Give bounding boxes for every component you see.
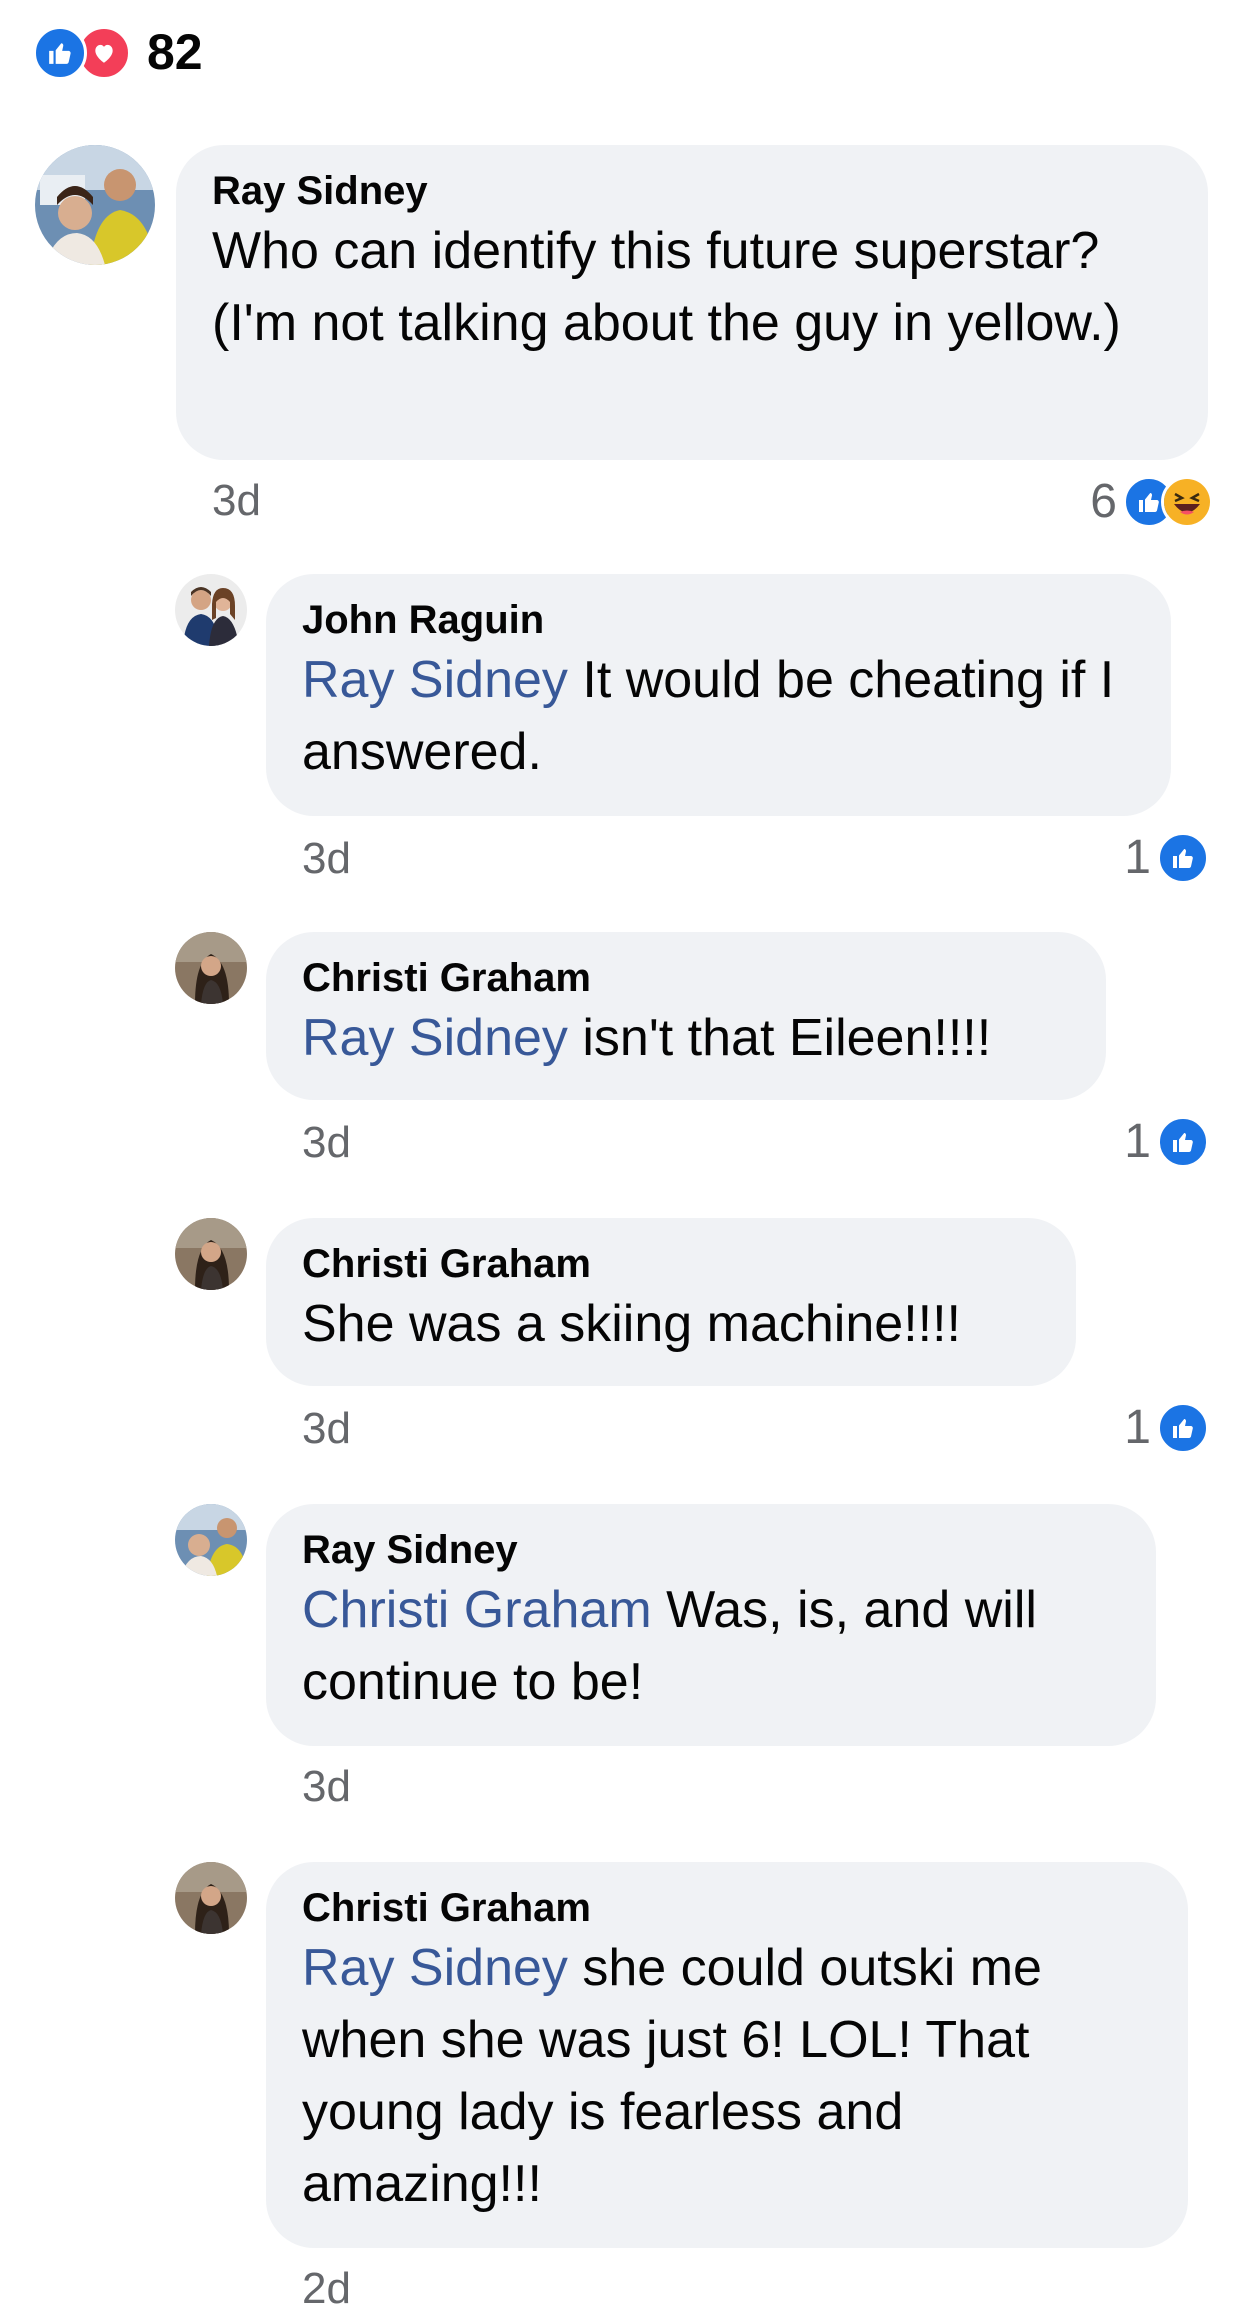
- like-icon: [33, 26, 87, 80]
- avatar[interactable]: [175, 932, 247, 1004]
- comment-text: Ray Sidney It would be cheating if I ans…: [302, 644, 1135, 788]
- avatar[interactable]: [175, 1862, 247, 1934]
- comment-body: isn't that Eileen!!!!: [567, 1009, 992, 1067]
- reactions-summary[interactable]: 82: [33, 22, 203, 82]
- comment-text: She was a skiing machine!!!!: [302, 1288, 1040, 1360]
- comment-mention[interactable]: Ray Sidney: [302, 651, 568, 709]
- comment-reactions[interactable]: 6: [1090, 474, 1213, 529]
- comment-author[interactable]: Ray Sidney: [302, 1526, 1120, 1574]
- comment-author[interactable]: Christi Graham: [302, 954, 1070, 1002]
- comment-mention[interactable]: Ray Sidney: [302, 1009, 568, 1067]
- comment-time[interactable]: 3d: [302, 1762, 351, 1812]
- reaction-total: 82: [147, 24, 203, 80]
- comment-text: Ray Sidney she could outski me when she …: [302, 1932, 1152, 2220]
- comment-author[interactable]: Christi Graham: [302, 1884, 1152, 1932]
- reaction-count: 1: [1124, 1401, 1151, 1454]
- like-icon: [1157, 831, 1209, 884]
- comment-bubble: John Raguin Ray Sidney It would be cheat…: [266, 574, 1171, 816]
- comment-author[interactable]: Ray Sidney: [212, 167, 1172, 215]
- comment-author[interactable]: John Raguin: [302, 596, 1135, 644]
- comment-time[interactable]: 3d: [302, 1118, 351, 1168]
- comment-time[interactable]: 2d: [302, 2264, 351, 2314]
- reaction-count: 6: [1090, 475, 1117, 528]
- reaction-icons: [33, 26, 133, 80]
- haha-icon: [1161, 475, 1213, 528]
- comment-bubble: Christi Graham Ray Sidney isn't that Eil…: [266, 932, 1106, 1100]
- avatar[interactable]: [175, 1218, 247, 1290]
- comment-mention[interactable]: Ray Sidney: [302, 1939, 568, 1997]
- reaction-count: 1: [1124, 1115, 1151, 1168]
- comment-author[interactable]: Christi Graham: [302, 1240, 1040, 1288]
- comment-time[interactable]: 3d: [212, 476, 261, 526]
- comment-bubble: Ray Sidney Christi Graham Was, is, and w…: [266, 1504, 1156, 1746]
- comment-text: Ray Sidney isn't that Eileen!!!!: [302, 1002, 1070, 1074]
- reaction-count: 1: [1124, 831, 1151, 884]
- avatar[interactable]: [175, 574, 247, 646]
- comment-mention[interactable]: Christi Graham: [302, 1581, 652, 1639]
- comment-reactions[interactable]: 1: [1124, 830, 1209, 885]
- comment-reactions[interactable]: 1: [1124, 1114, 1209, 1169]
- comment-bubble: Christi Graham Ray Sidney she could outs…: [266, 1862, 1188, 2248]
- comment-body: She was a skiing machine!!!!: [302, 1295, 961, 1353]
- comment-bubble: Christi Graham She was a skiing machine!…: [266, 1218, 1076, 1386]
- comment-body: Who can identify this future superstar? …: [212, 222, 1121, 352]
- comment-bubble: Ray Sidney Who can identify this future …: [176, 145, 1208, 460]
- avatar[interactable]: [35, 145, 155, 265]
- avatar[interactable]: [175, 1504, 247, 1576]
- comment-time[interactable]: 3d: [302, 1404, 351, 1454]
- comment-reactions[interactable]: 1: [1124, 1400, 1209, 1455]
- comment-text: Who can identify this future superstar? …: [212, 215, 1172, 359]
- comment-time[interactable]: 3d: [302, 834, 351, 884]
- like-icon: [1157, 1115, 1209, 1168]
- comment-text: Christi Graham Was, is, and will continu…: [302, 1574, 1120, 1718]
- like-icon: [1157, 1401, 1209, 1454]
